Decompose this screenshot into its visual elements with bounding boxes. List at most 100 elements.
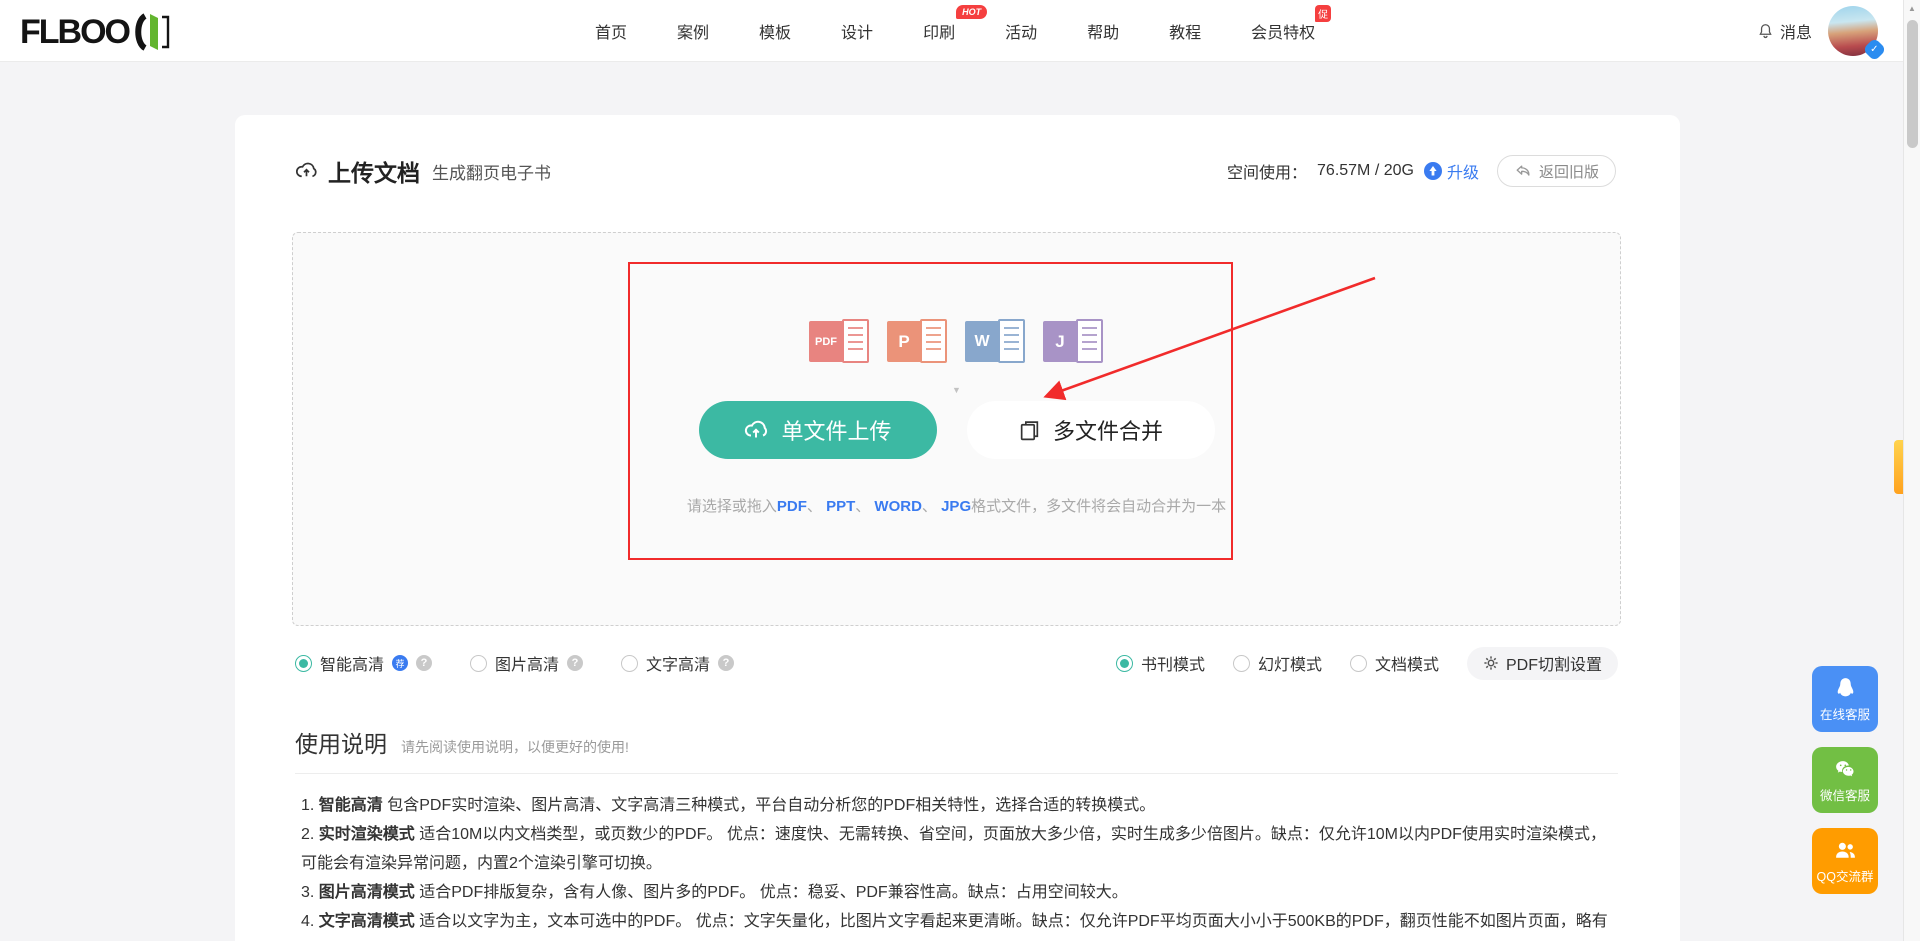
orange-edge-marker[interactable]: [1894, 440, 1903, 494]
radio-book-mode[interactable]: 书刊模式: [1116, 651, 1205, 675]
item-body: 适合PDF排版复杂，含有人像、图片多的PDF。 优点：稳妥、PDF兼容性高。缺点…: [415, 884, 1128, 901]
smart-hd-label: 智能高清: [320, 651, 384, 675]
hint-jpg: JPG: [941, 498, 971, 515]
hint-sep: 、: [855, 498, 874, 515]
back-to-old-version-button[interactable]: 返回旧版: [1497, 155, 1616, 187]
online-service-label: 在线客服: [1820, 704, 1870, 723]
wechat-service-button[interactable]: 微信客服: [1812, 747, 1878, 813]
nav-activities[interactable]: 活动: [1005, 19, 1037, 43]
document-mode-label: 文档模式: [1375, 651, 1439, 675]
radio-dot[interactable]: [470, 655, 487, 672]
word-file-icon: W: [965, 317, 1027, 367]
rocket-icon: [1424, 162, 1442, 180]
bell-icon: [1756, 22, 1775, 41]
instruction-item: 4. 文字高清模式 适合以文字为主，文本可选中的PDF。 优点：文字矢量化，比图…: [301, 907, 1608, 941]
conversion-options-row: 智能高清 荐 ? 图片高清 ? 文字高清 ? 书刊模式: [295, 645, 1618, 681]
flbook-logo[interactable]: FLBOO: [20, 12, 173, 52]
radio-slide-mode[interactable]: 幻灯模式: [1233, 651, 1322, 675]
hint-sep: 、: [807, 498, 826, 515]
pdf-split-label: PDF切割设置: [1506, 651, 1602, 675]
messages-button[interactable]: 消息: [1756, 19, 1812, 43]
logo-text: FLBOO: [20, 13, 129, 52]
radio-smart-hd[interactable]: 智能高清 荐 ?: [295, 651, 432, 675]
page: FLBOO 首页 案例 模板 设计 印刷 HOT 活动 帮助 教程 会员特权 促: [0, 0, 1920, 941]
main-nav: 首页 案例 模板 设计 印刷 HOT 活动 帮助 教程 会员特权 促: [595, 0, 1315, 62]
upgrade-link[interactable]: 升级: [1424, 159, 1479, 183]
vip-check-badge: ✓: [1862, 37, 1886, 61]
qq-icon: [1833, 676, 1858, 701]
page-title: 上传文档: [328, 154, 420, 188]
wechat-service-label: 微信客服: [1820, 785, 1870, 804]
usage-header: 使用说明 请先阅读使用说明，以便更好的使用!: [295, 725, 629, 759]
instruction-item: 1. 智能高清 包含PDF实时渲染、图片高清、文字高清三种模式，平台自动分析您的…: [301, 791, 1608, 820]
word-sheet: [998, 319, 1025, 363]
single-file-upload-button[interactable]: 单文件上传: [699, 401, 937, 459]
scroll-up-icon[interactable]: ▲: [1908, 4, 1916, 13]
space-usage-label: 空间使用：: [1227, 159, 1307, 183]
nav-home[interactable]: 首页: [595, 19, 627, 43]
book-mode-label: 书刊模式: [1141, 651, 1205, 675]
messages-label: 消息: [1780, 19, 1812, 43]
hint-suffix: 格式文件，多文件将会自动合并为一本: [971, 498, 1226, 515]
radio-dot-selected[interactable]: [1116, 655, 1133, 672]
card-header: 上传文档 生成翻页电子书 空间使用： 76.57M / 20G 升级: [295, 149, 1616, 193]
pdf-split-settings-button[interactable]: PDF切割设置: [1467, 647, 1618, 680]
item-term: 文字高清模式: [319, 913, 415, 930]
page-scrollbar[interactable]: ▲: [1903, 0, 1920, 941]
radio-dot-selected[interactable]: [295, 655, 312, 672]
qq-group-button[interactable]: QQ交流群: [1812, 828, 1878, 894]
recommend-badge: 荐: [392, 655, 408, 671]
qq-group-label: QQ交流群: [1817, 866, 1874, 885]
help-icon[interactable]: ?: [567, 655, 583, 671]
topbar-right: 消息 ✓: [1756, 0, 1878, 62]
nav-help[interactable]: 帮助: [1087, 19, 1119, 43]
nav-membership[interactable]: 会员特权 促: [1251, 19, 1315, 43]
group-icon: [1833, 838, 1858, 863]
radio-document-mode[interactable]: 文档模式: [1350, 651, 1439, 675]
image-hd-label: 图片高清: [495, 651, 559, 675]
file-dropzone[interactable]: PDF P W J ▼: [292, 232, 1621, 626]
usage-title: 使用说明: [295, 725, 387, 759]
nav-membership-label: 会员特权: [1251, 25, 1315, 42]
scrollbar-thumb[interactable]: [1907, 20, 1918, 148]
ppt-sheet: [920, 319, 947, 363]
radio-text-hd[interactable]: 文字高清 ?: [621, 651, 734, 675]
nav-print[interactable]: 印刷 HOT: [923, 19, 955, 43]
hot-badge: HOT: [956, 5, 987, 19]
help-icon[interactable]: ?: [718, 655, 734, 671]
hint-prefix: 请选择或拖入: [687, 498, 777, 515]
mode-options: 书刊模式 幻灯模式 文档模式 P: [1116, 647, 1618, 680]
jpg-file-icon: J: [1043, 317, 1105, 367]
upload-buttons-row: 单文件上传 多文件合并: [699, 401, 1215, 459]
multi-file-merge-button[interactable]: 多文件合并: [967, 401, 1215, 459]
radio-dot[interactable]: [1350, 655, 1367, 672]
nav-templates[interactable]: 模板: [759, 19, 791, 43]
item-body: 包含PDF实时渲染、图片高清、文字高清三种模式，平台自动分析您的PDF相关特性，…: [383, 797, 1155, 814]
instruction-item: 2. 实时渲染模式 适合10M以内文档类型，或页数少的PDF。 优点：速度快、无…: [301, 820, 1608, 878]
usage-instructions-list: 1. 智能高清 包含PDF实时渲染、图片高清、文字高清三种模式，平台自动分析您的…: [301, 791, 1608, 941]
card-header-right: 空间使用： 76.57M / 20G 升级 返回旧版: [1227, 155, 1616, 187]
pdf-file-icon: PDF: [809, 317, 871, 367]
file-type-icons: PDF P W J: [809, 317, 1105, 367]
nav-cases[interactable]: 案例: [677, 19, 709, 43]
user-avatar[interactable]: ✓: [1828, 6, 1878, 56]
back-to-old-label: 返回旧版: [1539, 161, 1599, 182]
nav-tutorials[interactable]: 教程: [1169, 19, 1201, 43]
customer-service-stack: 在线客服 微信客服 QQ交流群: [1812, 666, 1878, 894]
quality-options: 智能高清 荐 ? 图片高清 ? 文字高清 ?: [295, 651, 734, 675]
wechat-icon: [1833, 757, 1858, 782]
cloud-upload-icon: [743, 417, 769, 443]
online-service-button[interactable]: 在线客服: [1812, 666, 1878, 732]
return-arrow-icon: [1514, 163, 1532, 179]
top-navigation-bar: FLBOO 首页 案例 模板 设计 印刷 HOT 活动 帮助 教程 会员特权 促: [0, 0, 1920, 62]
item-term: 图片高清模式: [319, 884, 415, 901]
card-header-left: 上传文档 生成翻页电子书: [295, 154, 551, 188]
radio-image-hd[interactable]: 图片高清 ?: [470, 651, 583, 675]
radio-dot[interactable]: [1233, 655, 1250, 672]
radio-dot[interactable]: [621, 655, 638, 672]
nav-design[interactable]: 设计: [841, 19, 873, 43]
logo-book-icon: [129, 12, 173, 52]
help-icon[interactable]: ?: [416, 655, 432, 671]
text-hd-label: 文字高清: [646, 651, 710, 675]
item-term: 智能高清: [319, 797, 383, 814]
